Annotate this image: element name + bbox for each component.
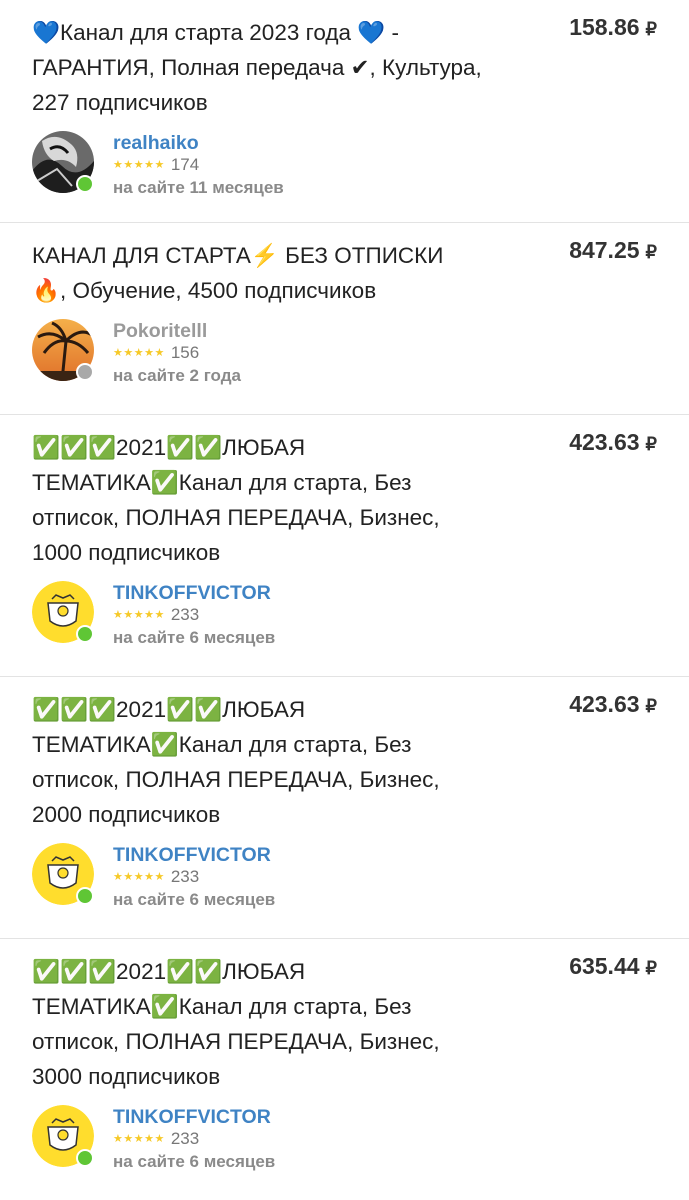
offer-card[interactable]: 💙Канал для старта 2023 года 💙 - ГАРАНТИЯ… <box>0 0 689 223</box>
price-value: 635.44 <box>569 953 640 979</box>
online-status-dot <box>76 887 94 905</box>
offer-card[interactable]: ✅✅✅2021✅✅ЛЮБАЯ ТЕМАТИКА✅Канал для старта… <box>0 415 689 677</box>
review-count: 174 <box>170 155 200 174</box>
offer-list: 💙Канал для старта 2023 года 💙 - ГАРАНТИЯ… <box>0 0 689 1200</box>
offline-status-dot <box>76 363 94 381</box>
review-count: 156 <box>170 343 200 362</box>
review-count: 233 <box>170 605 200 624</box>
offer-price: 423.63 ₽ <box>569 429 657 456</box>
offer-price: 847.25 ₽ <box>569 237 657 264</box>
offer-price: 423.63 ₽ <box>569 691 657 718</box>
offer-title[interactable]: ✅✅✅2021✅✅ЛЮБАЯ ТЕМАТИКА✅Канал для старта… <box>32 430 482 570</box>
seller-name[interactable]: TINKOFFVICTOR <box>113 844 271 867</box>
seller-name[interactable]: TINKOFFVICTOR <box>113 1106 271 1129</box>
seller-since: на сайте 6 месяцев <box>113 1152 276 1171</box>
rating-stars-icon: ★★★★★ <box>113 347 165 359</box>
review-count: 233 <box>170 1129 200 1148</box>
price-value: 158.86 <box>569 14 640 40</box>
seller-name[interactable]: realhaiko <box>113 132 199 155</box>
seller-rating: ★★★★★ 233 <box>113 1129 199 1149</box>
online-status-dot <box>76 175 94 193</box>
ruble-icon: ₽ <box>645 19 657 39</box>
seller-info: TINKOFFVICTOR ★★★★★ 233 на сайте 6 месяце… <box>32 1105 689 1171</box>
seller-info: realhaiko ★★★★★ 174 на сайте 11 месяцев <box>32 131 689 197</box>
price-value: 847.25 <box>569 237 640 263</box>
online-status-dot <box>76 625 94 643</box>
rating-stars-icon: ★★★★★ <box>113 871 165 883</box>
offer-title[interactable]: ✅✅✅2021✅✅ЛЮБАЯ ТЕМАТИКА✅Канал для старта… <box>32 954 482 1094</box>
rating-stars-icon: ★★★★★ <box>113 609 165 621</box>
seller-info: TINKOFFVICTOR ★★★★★ 233 на сайте 6 месяце… <box>32 843 689 909</box>
price-value: 423.63 <box>569 429 640 455</box>
ruble-icon: ₽ <box>645 434 657 454</box>
offer-card[interactable]: ✅✅✅2021✅✅ЛЮБАЯ ТЕМАТИКА✅Канал для старта… <box>0 939 689 1200</box>
seller-since: на сайте 6 месяцев <box>113 890 276 909</box>
offer-title[interactable]: 💙Канал для старта 2023 года 💙 - ГАРАНТИЯ… <box>32 15 482 120</box>
ruble-icon: ₽ <box>645 696 657 716</box>
seller-name[interactable]: Pokoritelll <box>113 320 207 343</box>
offer-title[interactable]: ✅✅✅2021✅✅ЛЮБАЯ ТЕМАТИКА✅Канал для старта… <box>32 692 482 832</box>
rating-stars-icon: ★★★★★ <box>113 1133 165 1145</box>
seller-since: на сайте 11 месяцев <box>113 178 284 197</box>
seller-rating: ★★★★★ 233 <box>113 867 199 887</box>
seller-since: на сайте 6 месяцев <box>113 628 276 647</box>
seller-since: на сайте 2 года <box>113 366 241 385</box>
seller-rating: ★★★★★ 156 <box>113 343 199 363</box>
online-status-dot <box>76 1149 94 1167</box>
seller-rating: ★★★★★ 174 <box>113 155 199 175</box>
seller-name[interactable]: TINKOFFVICTOR <box>113 582 271 605</box>
rating-stars-icon: ★★★★★ <box>113 159 165 171</box>
seller-info: Pokoritelll ★★★★★ 156 на сайте 2 года <box>32 319 689 385</box>
price-value: 423.63 <box>569 691 640 717</box>
offer-title[interactable]: КАНАЛ ДЛЯ СТАРТА⚡ БЕЗ ОТПИСКИ 🔥, Обучени… <box>32 238 482 308</box>
offer-card[interactable]: КАНАЛ ДЛЯ СТАРТА⚡ БЕЗ ОТПИСКИ 🔥, Обучени… <box>0 223 689 415</box>
seller-rating: ★★★★★ 233 <box>113 605 199 625</box>
offer-price: 635.44 ₽ <box>569 953 657 980</box>
offer-card[interactable]: ✅✅✅2021✅✅ЛЮБАЯ ТЕМАТИКА✅Канал для старта… <box>0 677 689 939</box>
offer-price: 158.86 ₽ <box>569 14 657 41</box>
ruble-icon: ₽ <box>645 242 657 262</box>
ruble-icon: ₽ <box>645 958 657 978</box>
seller-info: TINKOFFVICTOR ★★★★★ 233 на сайте 6 месяце… <box>32 581 689 647</box>
review-count: 233 <box>170 867 200 886</box>
